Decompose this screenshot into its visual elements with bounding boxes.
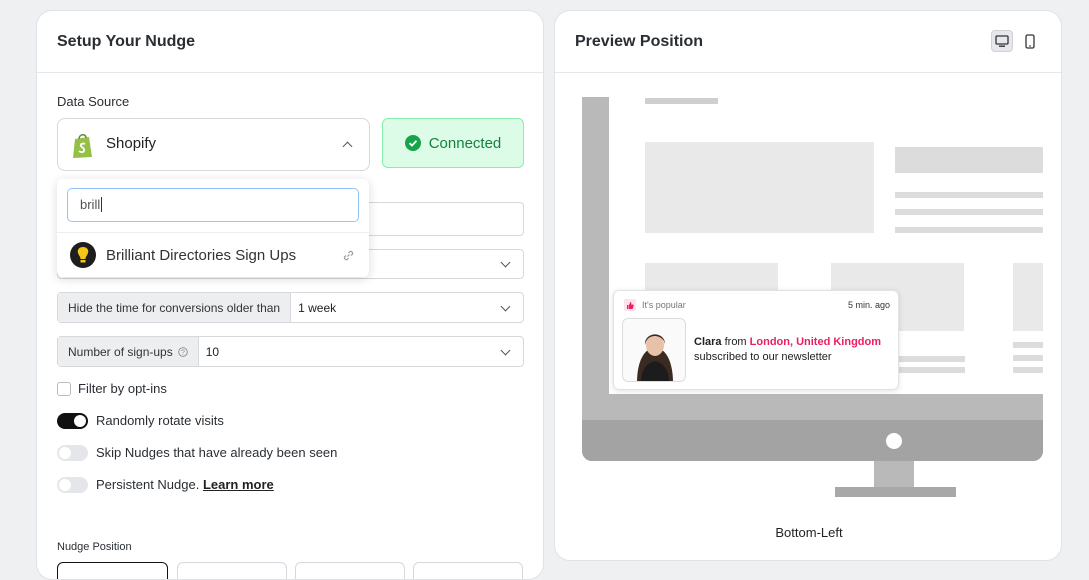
hide-time-field[interactable]: Hide the time for conversions older than…	[57, 292, 524, 323]
skip-seen-label: Skip Nudges that have already been seen	[96, 445, 338, 460]
persistent-label: Persistent Nudge.	[96, 477, 200, 492]
dropdown-option[interactable]: Brilliant Directories Sign Ups	[57, 235, 369, 275]
data-source-label: Data Source	[57, 94, 130, 109]
monitor-base	[835, 487, 956, 497]
nudge-location: London, United Kingdom	[749, 336, 882, 348]
position-option[interactable]	[413, 562, 523, 579]
hide-time-label: Hide the time for conversions older than	[58, 293, 292, 322]
nudge-message: Clara from London, United Kingdom subscr…	[694, 336, 882, 363]
skip-seen-toggle[interactable]	[57, 445, 88, 461]
monitor-power-dot	[886, 433, 902, 449]
dropdown-option-label: Brilliant Directories Sign Ups	[106, 246, 297, 264]
connected-label: Connected	[428, 134, 502, 152]
monitor-neck	[874, 461, 914, 487]
signups-field[interactable]: Number of sign-ups ? 10	[57, 336, 524, 367]
position-option[interactable]	[295, 562, 405, 579]
desktop-icon[interactable]	[991, 30, 1013, 52]
source-search-input[interactable]: brill	[67, 188, 359, 222]
persistent-toggle[interactable]	[57, 477, 88, 493]
mobile-icon[interactable]	[1019, 30, 1041, 52]
nudge-position-label: Nudge Position	[57, 541, 132, 553]
chevron-up-icon	[342, 141, 353, 152]
setup-title: Setup Your Nudge	[37, 11, 543, 73]
nudge-tag: It's popular	[642, 300, 686, 310]
connected-badge: Connected	[382, 118, 524, 168]
monitor-mockup	[582, 97, 1043, 461]
setup-panel: Setup Your Nudge Data Source Shopify Con…	[36, 10, 544, 580]
chevron-down-icon	[500, 345, 511, 356]
nudge-action: subscribed to our newsletter	[694, 351, 832, 363]
position-option-bottom-left[interactable]	[57, 562, 168, 579]
shopify-icon	[73, 133, 92, 158]
preview-panel: Preview Position It's popular 5 min. ago…	[554, 10, 1062, 561]
brilliant-directories-icon	[70, 242, 96, 268]
chevron-down-icon	[500, 257, 511, 268]
filter-optins-checkbox[interactable]	[57, 382, 71, 396]
filter-optins-label: Filter by opt-ins	[78, 381, 167, 396]
nudge-preview-card: It's popular 5 min. ago Clara from Londo…	[613, 290, 899, 390]
hide-time-value: 1 week	[298, 300, 337, 315]
rotate-visits-toggle[interactable]	[57, 413, 88, 429]
data-source-select[interactable]: Shopify	[57, 118, 370, 171]
position-caption: Bottom-Left	[775, 525, 843, 540]
link-icon	[343, 250, 354, 261]
signups-value: 10	[205, 344, 220, 359]
source-dropdown: brill Brilliant Directories Sign Ups	[57, 179, 369, 277]
chevron-down-icon	[500, 301, 511, 312]
nudge-name: Clara	[694, 336, 722, 348]
signups-label: Number of sign-ups	[68, 344, 173, 359]
rotate-visits-label: Randomly rotate visits	[96, 413, 224, 428]
preview-title: Preview Position	[555, 11, 1061, 73]
info-icon[interactable]: ?	[177, 346, 188, 357]
learn-more-link[interactable]: Learn more	[203, 477, 274, 492]
position-option[interactable]	[177, 562, 287, 579]
check-circle-icon	[404, 135, 421, 151]
avatar	[622, 318, 686, 382]
svg-text:?: ?	[181, 349, 185, 356]
thumbs-up-icon	[624, 299, 636, 311]
data-source-value: Shopify	[106, 135, 157, 152]
nudge-time: 5 min. ago	[847, 300, 890, 310]
